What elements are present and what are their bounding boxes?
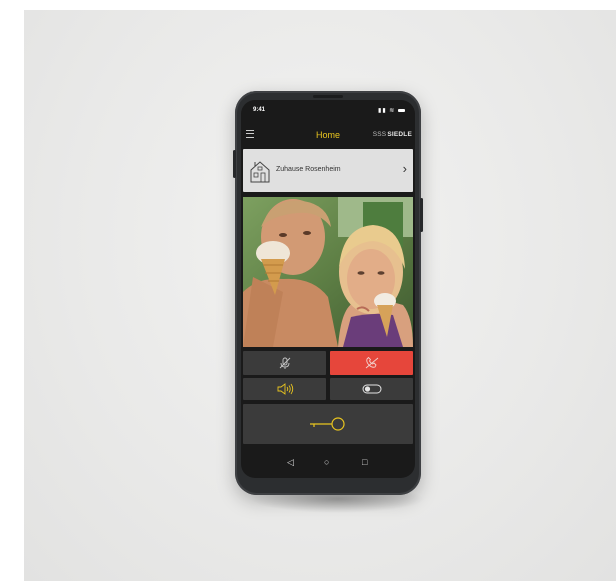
location-name: Zuhause Rosenheim <box>276 166 341 173</box>
nav-recents-button[interactable]: □ <box>362 457 367 467</box>
power-button <box>420 198 423 232</box>
phone-hangup-icon <box>365 356 378 369</box>
door-open-button[interactable] <box>243 404 413 444</box>
toggle-switch-icon <box>362 384 381 394</box>
door-key-icon <box>310 417 345 431</box>
brand-name: SIEDLE <box>387 131 412 138</box>
house-icon <box>250 161 270 183</box>
mute-microphone-button[interactable] <box>243 351 326 375</box>
hangup-button[interactable] <box>330 351 413 375</box>
wifi-icon: ≋ <box>389 108 396 114</box>
light-toggle-button[interactable] <box>330 378 413 400</box>
brand-logo: SSSSIEDLE <box>373 131 412 138</box>
speaker-button[interactable] <box>243 378 326 400</box>
signal-icon: ▮▮ <box>378 108 387 114</box>
volume-button <box>233 150 236 178</box>
nav-back-button[interactable]: ◁ <box>287 457 294 468</box>
status-time: 9:41 <box>253 107 266 113</box>
speaker-icon <box>277 383 293 395</box>
phone-screen: 9:41 ▮▮ ≋ Home SSSSIEDLE Zuhause Rosenhe… <box>241 100 415 478</box>
camera-video-feed <box>243 197 413 347</box>
microphone-muted-icon <box>279 357 290 369</box>
android-nav-bar: ◁ ○ □ <box>241 450 415 478</box>
chevron-right-icon: › <box>402 161 407 176</box>
earpiece-speaker <box>313 95 343 98</box>
status-icons: ▮▮ ≋ <box>378 107 405 114</box>
status-bar: 9:41 ▮▮ ≋ <box>241 100 415 120</box>
video-image <box>243 197 413 347</box>
location-selector[interactable]: Zuhause Rosenheim › <box>243 149 413 192</box>
nav-home-button[interactable]: ○ <box>324 457 329 467</box>
app-header: Home SSSSIEDLE <box>241 122 415 142</box>
battery-icon <box>398 108 405 112</box>
brand-mark: SSS <box>372 131 387 138</box>
